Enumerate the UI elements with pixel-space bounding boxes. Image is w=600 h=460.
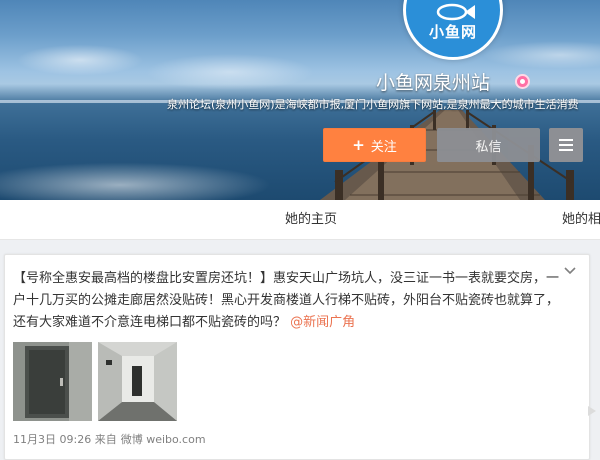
profile-intro: 泉州论坛(泉州小鱼网)是海峡都市报,厦门小鱼网旗下网站,是泉州最大的城市生活消费 bbox=[167, 98, 579, 111]
message-label: 私信 bbox=[475, 139, 502, 155]
follow-label: 关注 bbox=[370, 139, 397, 155]
weibo-post-card: 【号称全惠安最高档的楼盘比安置房还坑！】惠安天山广场坑人，没三证一书一表就要交房… bbox=[4, 254, 590, 460]
post-image-corridor[interactable] bbox=[98, 342, 177, 421]
chevron-down-icon[interactable] bbox=[562, 263, 578, 279]
post-meta: 11月3日 09:26 来自 微博 weibo.com bbox=[13, 431, 206, 447]
post-image-door[interactable] bbox=[13, 342, 92, 421]
plus-icon: + bbox=[352, 136, 365, 154]
post-source[interactable]: 微博 weibo.com bbox=[121, 433, 206, 446]
scroll-arrow-icon[interactable] bbox=[586, 404, 598, 418]
logo-text: 小鱼网 bbox=[428, 23, 477, 41]
post-time[interactable]: 11月3日 09:26 bbox=[13, 433, 91, 446]
menu-icon bbox=[559, 139, 573, 151]
photo-corridor-image bbox=[98, 342, 177, 421]
more-menu-button[interactable] bbox=[549, 128, 583, 162]
photo-door-image bbox=[13, 342, 92, 421]
follow-button[interactable]: + 关注 bbox=[323, 128, 426, 162]
tab-album[interactable]: 她的相 bbox=[562, 200, 600, 240]
profile-tabbar: 她的主页 她的相 bbox=[0, 200, 600, 240]
mention-link[interactable]: @新闻广角 bbox=[290, 315, 355, 330]
message-button[interactable]: 私信 bbox=[437, 128, 540, 162]
post-source-prefix: 来自 bbox=[94, 433, 117, 446]
tab-home[interactable]: 她的主页 bbox=[285, 200, 337, 240]
profile-name: 小鱼网泉州站 bbox=[376, 72, 491, 94]
post-text: 【号称全惠安最高档的楼盘比安置房还坑！】惠安天山广场坑人，没三证一书一表就要交房… bbox=[13, 268, 561, 334]
post-body: 【号称全惠安最高档的楼盘比安置房还坑！】惠安天山广场坑人，没三证一书一表就要交房… bbox=[13, 271, 560, 330]
fish-icon bbox=[436, 3, 475, 21]
female-badge-icon bbox=[515, 74, 530, 89]
